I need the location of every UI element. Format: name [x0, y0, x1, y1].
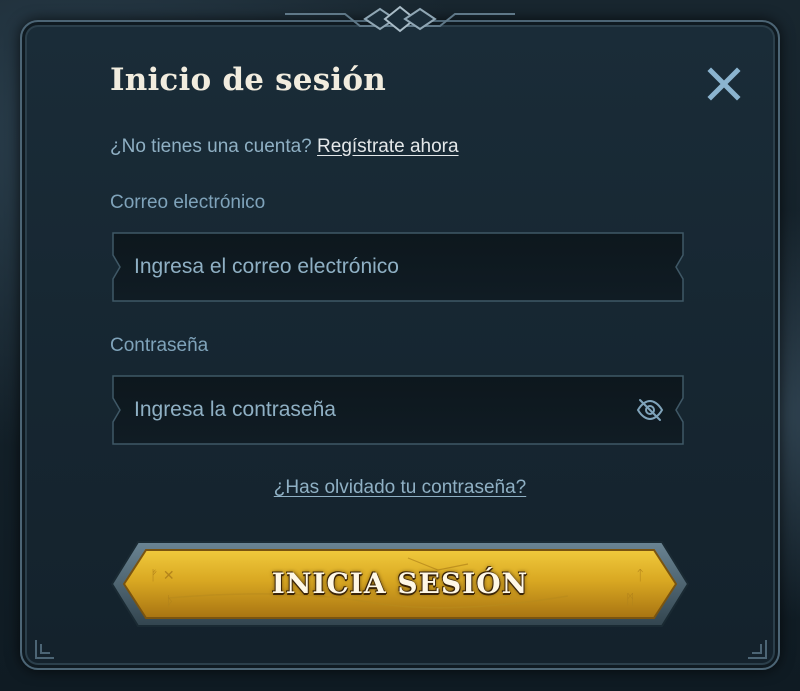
toggle-password-visibility-button[interactable] — [636, 397, 664, 423]
corner-ornament-left — [35, 640, 54, 659]
dialog-title: Inicio de sesión — [110, 62, 386, 98]
corner-ornament-right — [748, 640, 767, 659]
top-ornament — [285, 5, 515, 33]
register-prompt: ¿No tienes una cuenta? — [110, 136, 312, 157]
login-button[interactable]: ᚠ ✕ ᛏ ᚦ ᛗ INICIA SESIÓN — [108, 538, 692, 630]
close-button[interactable] — [704, 64, 744, 104]
email-field-container — [112, 232, 684, 302]
password-field-container — [112, 375, 684, 445]
register-prompt-row: ¿No tienes una cuenta? Regístrate ahora — [110, 136, 459, 158]
register-link[interactable]: Regístrate ahora — [317, 136, 459, 157]
password-input[interactable] — [134, 375, 634, 445]
password-label: Contraseña — [110, 335, 209, 356]
login-button-label: INICIA SESIÓN — [271, 567, 529, 600]
eye-slash-icon — [636, 399, 664, 421]
forgot-password-link[interactable]: ¿Has olvidado tu contraseña? — [0, 477, 800, 499]
close-icon — [707, 67, 741, 101]
email-label: Correo electrónico — [110, 192, 266, 213]
email-input[interactable] — [134, 232, 634, 302]
